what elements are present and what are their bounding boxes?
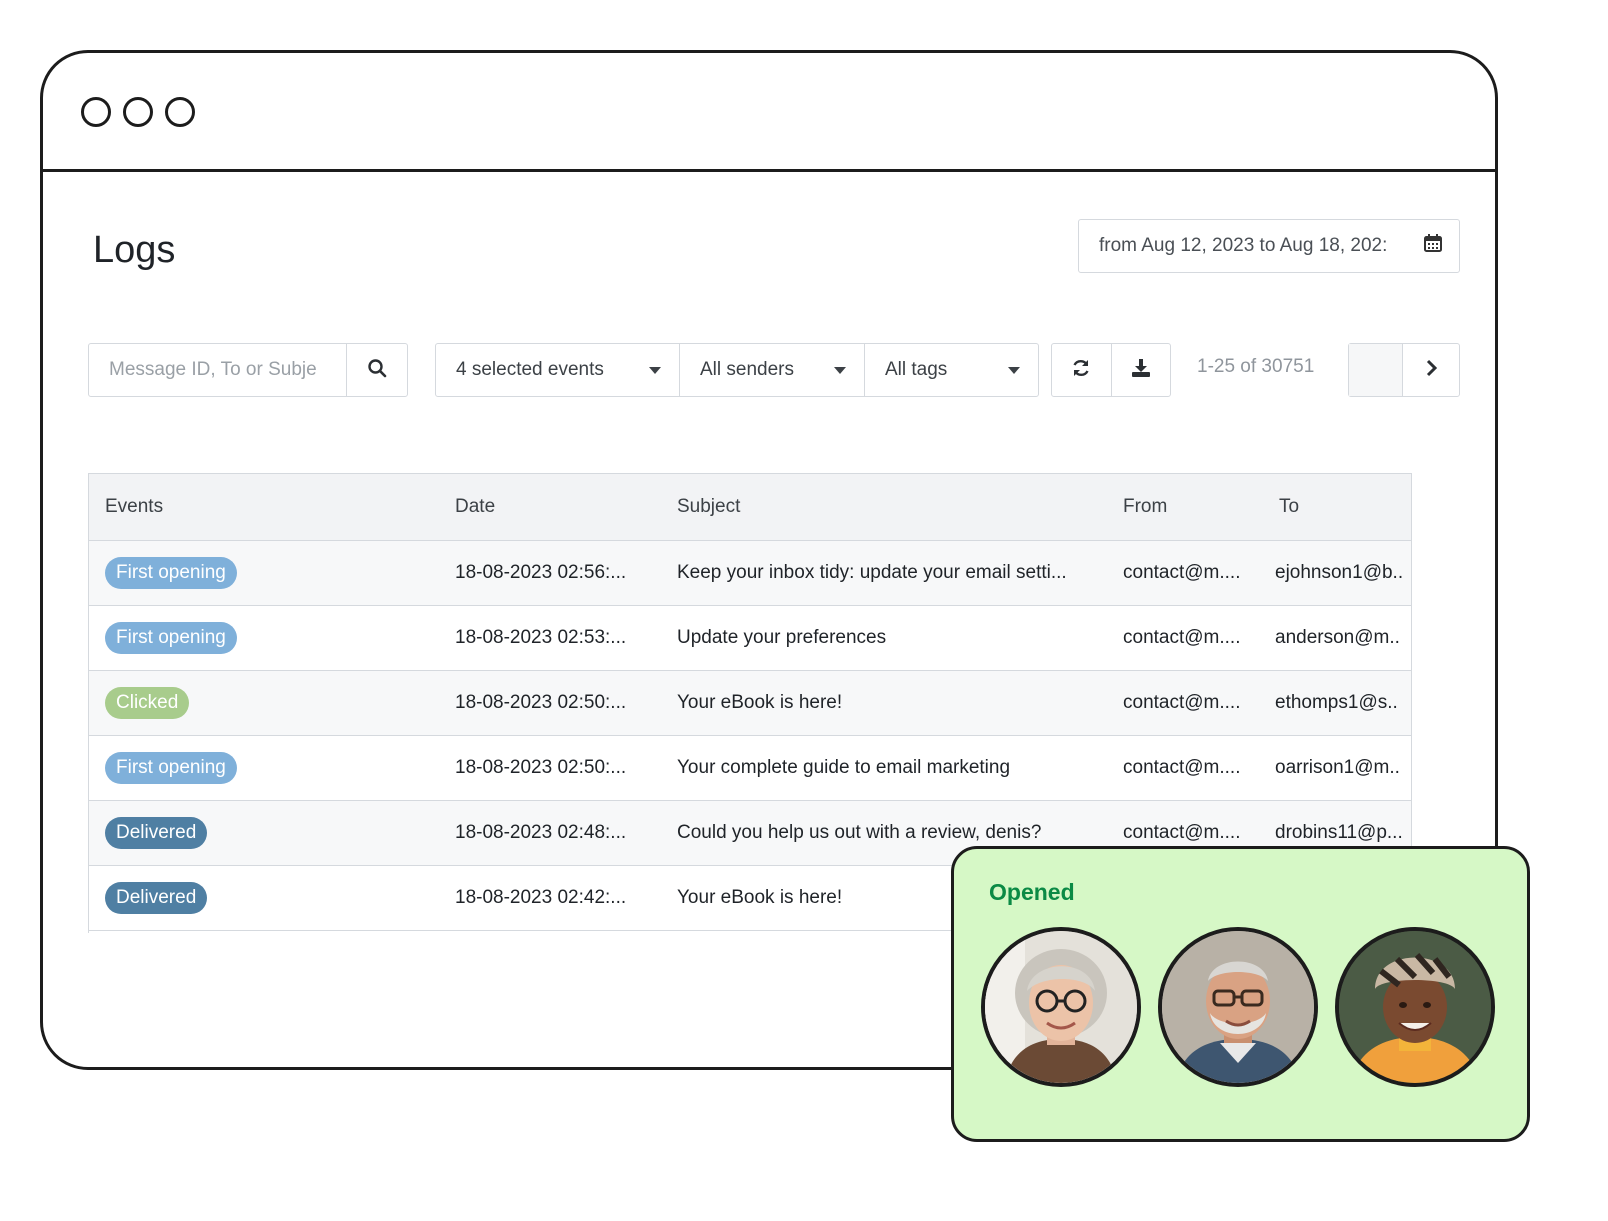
table-row[interactable]: First opening 18-08-2023 02:50:... Your co…	[89, 736, 1411, 801]
column-header-date[interactable]: Date	[455, 496, 495, 518]
cell-to: drobins11@p...	[1275, 822, 1403, 843]
search-button[interactable]	[346, 344, 407, 396]
filter-group: 4 selected events All senders All tags	[435, 343, 1039, 397]
cell-date: 18-08-2023 02:50:...	[455, 757, 627, 778]
search-bar	[88, 343, 408, 397]
cell-from: contact@m....	[1123, 757, 1241, 778]
event-badge: First opening	[105, 622, 237, 654]
window-control-dot[interactable]	[165, 97, 195, 127]
cell-to: oarrison1@m..	[1275, 757, 1400, 778]
download-icon	[1131, 358, 1151, 383]
pagination-range: 1-25 of 30751	[1197, 356, 1315, 377]
column-header-events[interactable]: Events	[105, 496, 163, 518]
event-badge: First opening	[105, 557, 237, 589]
action-buttons	[1051, 343, 1171, 397]
page-title: Logs	[93, 229, 176, 271]
cell-date: 18-08-2023 02:53:...	[455, 627, 627, 648]
avatar-man-glasses	[1162, 931, 1314, 1083]
table-row[interactable]: First opening 18-08-2023 02:56:... Keep yo…	[89, 541, 1411, 606]
column-header-subject[interactable]: Subject	[677, 496, 740, 518]
cell-from: contact@m....	[1123, 627, 1241, 648]
caret-down-icon	[649, 366, 661, 374]
cell-subject: Your eBook is here!	[677, 887, 843, 908]
column-header-from[interactable]: From	[1123, 496, 1167, 518]
events-filter-label: 4 selected events	[456, 359, 604, 380]
event-badge: Delivered	[105, 882, 208, 914]
window-control-dot[interactable]	[123, 97, 153, 127]
avatar-woman-glasses	[985, 931, 1137, 1083]
opened-card: Opened	[951, 846, 1530, 1142]
table-row[interactable]: First opening 18-08-2023 02:53:... Update …	[89, 606, 1411, 671]
event-badge: First opening	[105, 752, 237, 784]
cell-to: ejohnson1@b..	[1275, 562, 1404, 583]
cell-from: contact@m....	[1123, 822, 1241, 843]
refresh-icon	[1071, 358, 1091, 383]
cell-subject: Could you help us out with a review, den…	[677, 822, 1042, 843]
caret-down-icon	[1008, 366, 1020, 374]
window-titlebar	[43, 53, 1495, 172]
avatar	[981, 927, 1141, 1087]
download-button[interactable]	[1110, 344, 1171, 396]
cell-from: contact@m....	[1123, 692, 1241, 713]
senders-filter-dropdown[interactable]: All senders	[680, 344, 865, 396]
pager	[1348, 343, 1460, 397]
calendar-icon	[1423, 233, 1443, 259]
cell-from: contact@m....	[1123, 562, 1241, 583]
cell-subject: Keep your inbox tidy: update your email …	[677, 562, 1067, 583]
search-icon	[367, 358, 387, 383]
cell-subject: Update your preferences	[677, 627, 887, 648]
tags-filter-dropdown[interactable]: All tags	[865, 344, 1038, 396]
cell-to: anderson@m..	[1275, 627, 1400, 648]
senders-filter-label: All senders	[700, 359, 794, 380]
date-range-label: from Aug 12, 2023 to Aug 18, 202:	[1099, 235, 1388, 256]
chevron-right-icon	[1424, 359, 1438, 382]
opened-card-title: Opened	[989, 879, 1075, 905]
date-range-picker[interactable]: from Aug 12, 2023 to Aug 18, 202:	[1078, 219, 1460, 273]
column-header-to[interactable]: To	[1279, 496, 1299, 518]
event-badge: Clicked	[105, 687, 190, 719]
avatar	[1335, 927, 1495, 1087]
avatar	[1158, 927, 1318, 1087]
events-filter-dropdown[interactable]: 4 selected events	[436, 344, 680, 396]
cell-date: 18-08-2023 02:42:...	[455, 887, 627, 908]
prev-page-button[interactable]	[1349, 344, 1402, 396]
cell-to: ethomps1@s..	[1275, 692, 1398, 713]
refresh-button[interactable]	[1052, 344, 1111, 396]
event-badge: Delivered	[105, 817, 208, 849]
caret-down-icon	[834, 366, 846, 374]
cell-subject: Your complete guide to email marketing	[677, 757, 1011, 778]
next-page-button[interactable]	[1402, 344, 1459, 396]
cell-date: 18-08-2023 02:50:...	[455, 692, 627, 713]
window-control-dot[interactable]	[81, 97, 111, 127]
avatar-woman-headwrap	[1339, 931, 1491, 1083]
cell-subject: Your eBook is here!	[677, 692, 843, 713]
cell-date: 18-08-2023 02:56:...	[455, 562, 627, 583]
cell-date: 18-08-2023 02:48:...	[455, 822, 627, 843]
tags-filter-label: All tags	[885, 359, 948, 380]
search-input[interactable]	[89, 344, 346, 396]
table-row[interactable]: Clicked 18-08-2023 02:50:... Your eBook is…	[89, 671, 1411, 736]
table-header: Events Date Subject From To	[89, 474, 1411, 541]
